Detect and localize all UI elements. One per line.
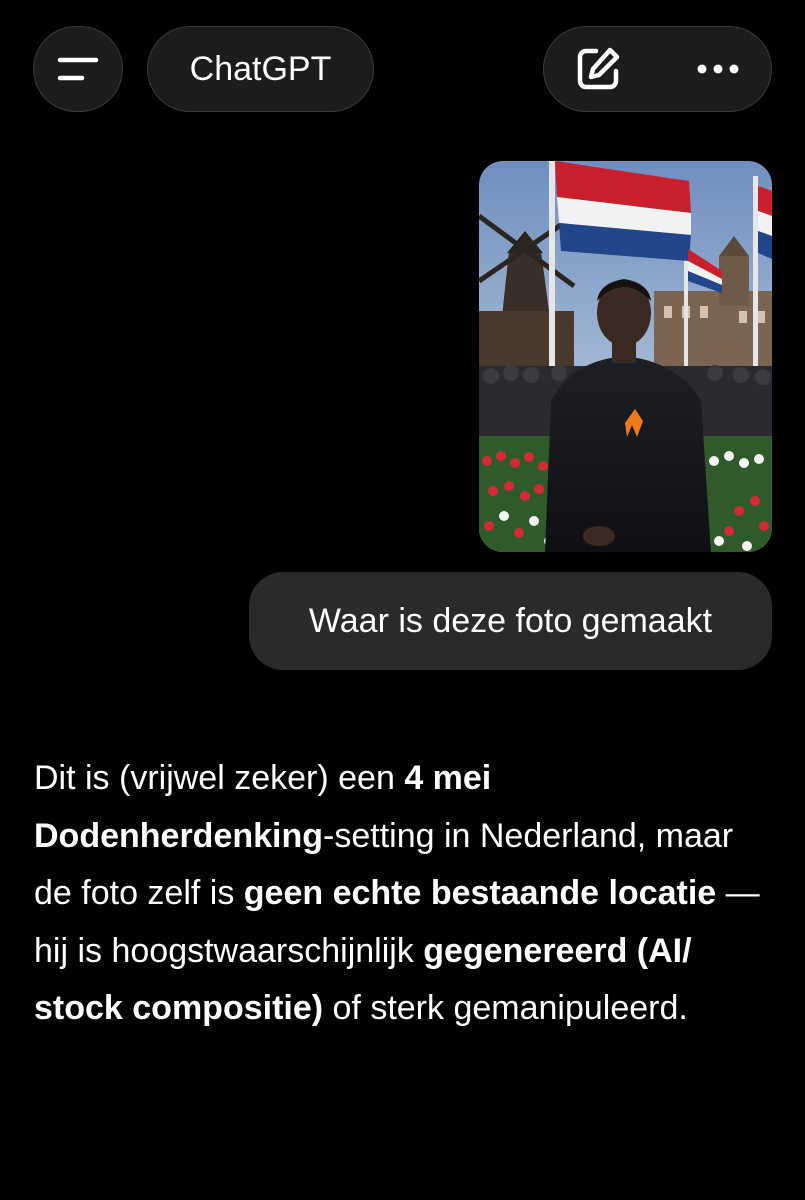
menu-button[interactable] — [33, 26, 123, 112]
new-chat-icon — [577, 47, 620, 90]
response-segment: of sterk gemanipuleerd. — [323, 989, 688, 1027]
header-actions — [543, 26, 772, 112]
more-icon — [697, 64, 739, 74]
user-message-text: Waar is deze foto gemaakt — [308, 601, 713, 640]
uploaded-photo[interactable] — [479, 161, 772, 552]
more-options-button[interactable] — [678, 27, 758, 111]
new-chat-button[interactable] — [558, 27, 638, 111]
response-segment-bold: geen echte bestaande locatie — [243, 874, 717, 912]
user-message-bubble: Waar is deze foto gemaakt — [249, 572, 772, 670]
response-segment: Dit is (vrijwel zeker) een — [34, 759, 405, 797]
user-uploaded-photo-icon — [479, 161, 772, 552]
assistant-response: Dit is (vrijwel zeker) een 4 mei Dodenhe… — [34, 750, 764, 1038]
page-title: ChatGPT — [189, 49, 332, 88]
assistant-response-text: Dit is (vrijwel zeker) een 4 mei Dodenhe… — [34, 750, 764, 1038]
model-title-button[interactable]: ChatGPT — [147, 26, 374, 112]
menu-icon — [57, 57, 99, 81]
